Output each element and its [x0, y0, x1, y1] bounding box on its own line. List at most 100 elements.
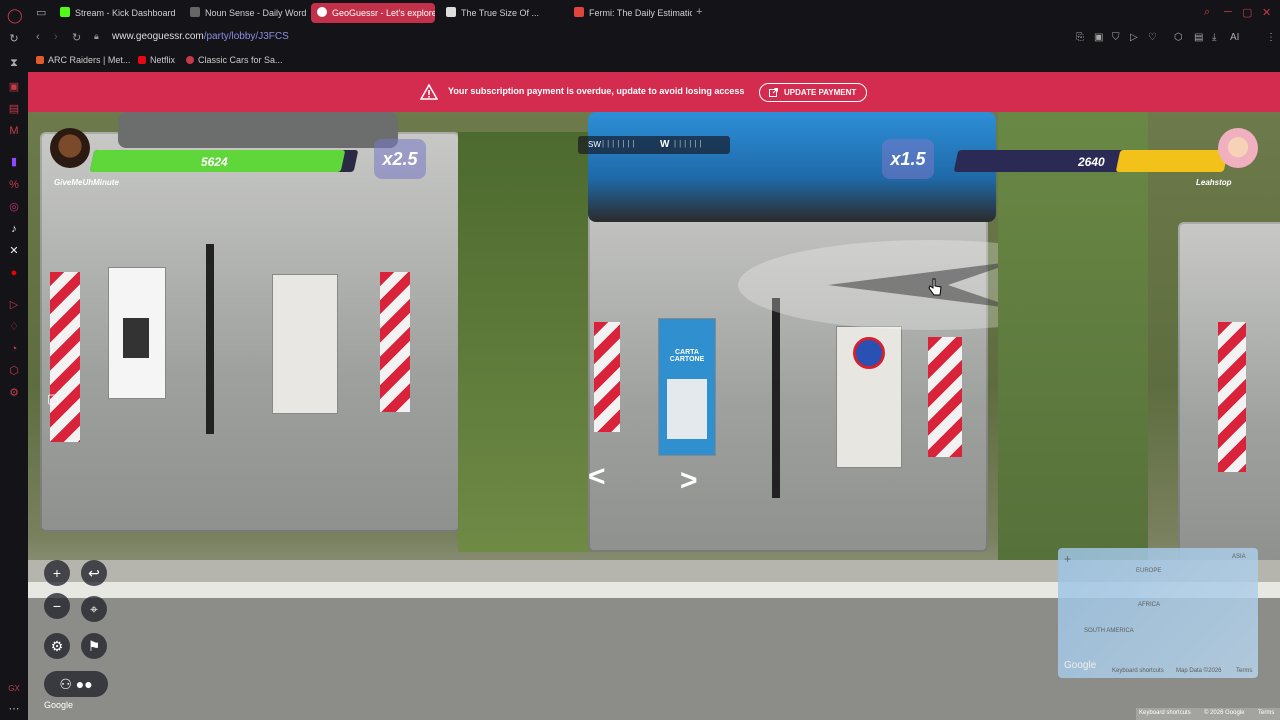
heart-icon[interactable]: ♡ [1148, 32, 1157, 43]
kick-icon [60, 7, 70, 17]
cursor-hand-icon [928, 278, 942, 296]
bookmark-classic-cars[interactable]: Classic Cars for Sa... [186, 55, 283, 65]
settings-sidebar-icon[interactable]: ⚙ [7, 386, 21, 400]
pin-icon[interactable]: ⌖ [81, 596, 107, 622]
search-icon[interactable]: ⌕ [1204, 6, 1210, 19]
tab-noun-sense[interactable]: Noun Sense - Daily Word [184, 3, 306, 23]
forward-icon[interactable]: › [54, 31, 58, 43]
arc-raiders-icon [36, 56, 44, 64]
bin-slot [206, 244, 214, 434]
carta-image [667, 379, 707, 439]
external-link-icon [769, 88, 778, 97]
bookmark-netflix[interactable]: Netflix [138, 55, 175, 65]
menu-icon[interactable]: ⋮ [1266, 32, 1276, 43]
zoom-in-icon[interactable]: + [44, 560, 70, 586]
easy-files-icon[interactable]: ▤ [1194, 32, 1203, 43]
player-icon[interactable]: ▷ [7, 298, 21, 312]
bookmark-arc-raiders[interactable]: ARC Raiders | Met... [36, 55, 130, 65]
carta-sign: CARTA CARTONE [658, 318, 716, 456]
compass-ticks: ||||||| [602, 139, 638, 148]
bin-sign [108, 267, 166, 399]
player-avatar-right [1218, 128, 1258, 168]
netflix-icon [138, 56, 146, 64]
zoom-out-icon[interactable]: − [44, 593, 70, 619]
instagram-icon[interactable]: ◎ [7, 200, 21, 214]
tab-bar: ▭ Stream - Kick Dashboard Noun Sense - D… [28, 0, 1280, 26]
guess-minimap[interactable]: ASIA EUROPE AFRICA SOUTH AMERICA + Googl… [1058, 548, 1258, 678]
players-icon[interactable]: ⚇ ●● [44, 671, 108, 697]
history-icon[interactable]: ⧗ [7, 56, 21, 70]
bag-icon[interactable]: ▣ [7, 80, 21, 94]
opera-logo[interactable]: ◯ [7, 8, 23, 22]
percent-icon[interactable]: % [7, 178, 21, 192]
minimize-icon[interactable]: ─ [1224, 6, 1232, 18]
banner-message: Your subscription payment is overdue, up… [448, 86, 745, 96]
more-icon[interactable]: ⋯ [7, 702, 21, 716]
undo-icon[interactable]: ↩ [81, 560, 107, 586]
multiplier-right: x1.5 [882, 139, 934, 179]
bin-slot [772, 298, 780, 498]
x-icon[interactable]: ✕ [7, 244, 21, 258]
tab-menu-icon[interactable]: ▭ [36, 6, 46, 19]
tab-kick[interactable]: Stream - Kick Dashboard [54, 3, 176, 23]
chat-icon[interactable]: ▤ [7, 102, 21, 116]
download-icon[interactable]: ⤓ [1212, 32, 1216, 43]
player-name-left: GiveMeUhMinute [54, 178, 119, 187]
update-payment-button[interactable]: UPDATE PAYMENT [759, 83, 868, 102]
noun-sense-icon [190, 7, 200, 17]
bookmarks-bar: ARC Raiders | Met... Netflix Classic Car… [28, 50, 1280, 72]
pano-arrow-right-icon[interactable]: > [680, 464, 698, 498]
settings-icon[interactable]: ⚙ [44, 633, 70, 659]
true-size-icon [446, 7, 456, 17]
chat-toggle-icon[interactable]: ▢ [40, 386, 66, 412]
tab-fermi[interactable]: Fermi: The Daily Estimation [568, 3, 692, 23]
tiktok-icon[interactable]: ♪ [7, 222, 21, 236]
minimap-expand-icon[interactable]: + [1064, 552, 1071, 566]
youtube-icon[interactable]: ● [7, 266, 21, 280]
hedge [458, 132, 608, 552]
new-tab-icon[interactable]: + [696, 6, 702, 18]
shrubs [998, 112, 1148, 562]
extensions-toolbar-icon[interactable]: ⬡ [1174, 32, 1183, 43]
maximize-icon[interactable]: ▢ [1242, 6, 1252, 19]
send-icon[interactable]: ▷ [1130, 32, 1138, 43]
browser-sidebar: ◯ ↻ ⧗ ▣ ▤ M ▮ % ◎ ♪ ✕ ● ▷ ♢ ◔ ⬡ ⚙ GX ⋯ [0, 0, 28, 720]
bin-notice [272, 274, 338, 414]
mail-icon[interactable]: M [7, 124, 21, 138]
hazard-stripe [928, 337, 962, 457]
fermi-icon [574, 7, 584, 17]
url-field[interactable]: www.geoguessr.com/party/lobby/J3FCS [112, 31, 289, 42]
flag-icon[interactable]: ⚑ [81, 633, 107, 659]
score-right: 2640 [1078, 155, 1105, 169]
bin-lid-left [118, 112, 398, 148]
bin-lid-blue [588, 112, 996, 222]
google-logo: Google [44, 700, 74, 710]
no-parking-icon [853, 337, 885, 369]
tab-geoguessr[interactable]: GeoGuessr - Let's explore [311, 3, 435, 23]
tab-true-size[interactable]: The True Size Of ... [440, 3, 562, 23]
no-parking-notice [836, 326, 902, 468]
gx-icon[interactable]: GX [7, 682, 21, 696]
shield-icon[interactable]: ⛉ [1112, 32, 1120, 43]
reload-sidebar-icon[interactable]: ↻ [7, 32, 21, 46]
player-avatar-left [50, 128, 90, 168]
close-icon[interactable]: ✕ [1262, 6, 1271, 19]
snapshot-icon[interactable]: ▣ [1094, 32, 1103, 43]
back-icon[interactable]: ‹ [36, 31, 40, 43]
bag-image [123, 318, 149, 358]
street-view-footer: Keyboard shortcuts © 2026 Google Terms [1136, 708, 1280, 720]
lock-icon: 🔒︎ [94, 31, 99, 41]
pano-arrow-left-icon[interactable]: < [588, 460, 606, 494]
bookmark-page-icon[interactable]: ⎘ [1076, 32, 1084, 43]
clock-icon[interactable]: ◔ [7, 342, 21, 356]
extensions-icon[interactable]: ⬡ [7, 364, 21, 378]
twitch-icon[interactable]: ▮ [7, 155, 21, 169]
score-bar-right-fill [1115, 150, 1229, 172]
compass-ticks: |||||| [674, 139, 705, 148]
score-left: 5624 [201, 155, 228, 169]
subscription-banner: Your subscription payment is overdue, up… [28, 72, 1280, 112]
reload-icon[interactable]: ↻ [72, 31, 81, 44]
hazard-stripe [380, 272, 410, 412]
bookmark-icon[interactable]: ♢ [7, 320, 21, 334]
ai-icon[interactable]: AI [1230, 32, 1239, 43]
